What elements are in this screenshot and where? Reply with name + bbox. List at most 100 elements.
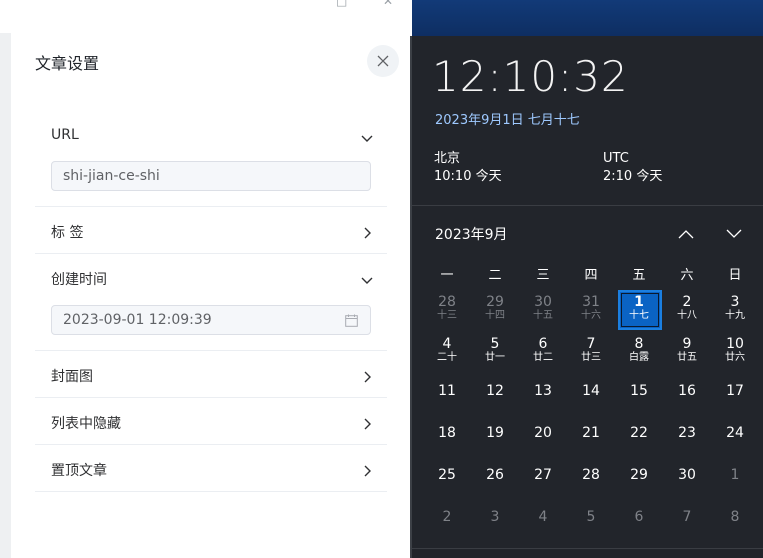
lunar-date: 十八 <box>677 310 697 321</box>
calendar-day[interactable]: 29 十四 <box>471 286 519 328</box>
calendar-day[interactable]: 11 <box>423 370 471 412</box>
chevron-right-icon <box>361 415 373 430</box>
calendar-day[interactable]: 2 十八 <box>663 286 711 328</box>
calendar-day[interactable]: 6 廿二 <box>519 328 567 370</box>
calendar-day[interactable]: 31 十六 <box>567 286 615 328</box>
panel-title: 文章设置 <box>35 54 100 73</box>
lunar-date: 白露 <box>629 352 649 363</box>
day-number: 14 <box>582 383 600 399</box>
weekday-label: 一 <box>440 268 454 283</box>
calendar-day[interactable]: 27 <box>519 454 567 496</box>
calendar-day[interactable]: 28 <box>567 454 615 496</box>
day-number: 6 <box>538 336 548 352</box>
calendar-day[interactable]: 26 <box>471 454 519 496</box>
chevron-down-icon <box>726 229 742 238</box>
weekday-label: 日 <box>728 268 742 283</box>
calendar-day[interactable]: 21 <box>567 412 615 454</box>
date-link[interactable]: 2023年9月1日 七月十七 <box>435 109 580 128</box>
calendar-day[interactable]: 1 <box>711 454 759 496</box>
calendar-day[interactable]: 7 <box>663 496 711 538</box>
section-created-time[interactable]: 创建时间 <box>35 254 387 301</box>
day-number: 11 <box>438 383 456 399</box>
calendar-day[interactable]: 29 <box>615 454 663 496</box>
section-url[interactable]: URL <box>35 112 387 159</box>
url-input[interactable]: shi-jian-ce-shi <box>51 161 371 191</box>
url-value: shi-jian-ce-shi <box>63 168 160 184</box>
calendar-day[interactable]: 4 二十 <box>423 328 471 370</box>
day-number: 13 <box>534 383 552 399</box>
day-number: 23 <box>678 425 696 441</box>
day-number: 3 <box>490 509 500 525</box>
calendar-day[interactable]: 9 廿五 <box>663 328 711 370</box>
lunar-date: 十六 <box>581 310 601 321</box>
section-label: URL <box>51 127 79 143</box>
calendar-day[interactable]: 23 <box>663 412 711 454</box>
created-time-input[interactable]: 2023-09-01 12:09:39 <box>51 305 371 335</box>
calendar-day[interactable]: 10 廿六 <box>711 328 759 370</box>
calendar-day[interactable]: 14 <box>567 370 615 412</box>
calendar-day[interactable]: 22 <box>615 412 663 454</box>
minimize-icon[interactable]: □ <box>336 0 350 8</box>
day-number: 27 <box>534 467 552 483</box>
section-hide-in-list[interactable]: 列表中隐藏 <box>35 398 387 445</box>
calendar-day[interactable]: 28 十三 <box>423 286 471 328</box>
calendar-day[interactable]: 30 <box>663 454 711 496</box>
calendar-day[interactable]: 25 <box>423 454 471 496</box>
day-number: 26 <box>486 467 504 483</box>
day-number: 5 <box>490 336 500 352</box>
section-cover[interactable]: 封面图 <box>35 351 387 398</box>
window-gutter <box>0 33 11 558</box>
day-number: 6 <box>634 509 644 525</box>
chevron-right-icon <box>361 224 373 239</box>
lunar-date: 廿二 <box>533 352 553 363</box>
created-time-value: 2023-09-01 12:09:39 <box>63 312 212 328</box>
calendar-day[interactable]: 15 <box>615 370 663 412</box>
day-number: 29 <box>630 467 648 483</box>
calendar-day-today[interactable]: 1 十七 <box>615 286 663 328</box>
month-title[interactable]: 2023年9月 <box>435 224 508 244</box>
calendar-day[interactable]: 24 <box>711 412 759 454</box>
calendar-day[interactable]: 12 <box>471 370 519 412</box>
section-label: 标 签 <box>51 225 84 241</box>
calendar-day[interactable]: 2 <box>423 496 471 538</box>
calendar-day[interactable]: 3 <box>471 496 519 538</box>
weekday-label: 二 <box>488 268 502 283</box>
calendar-day[interactable]: 18 <box>423 412 471 454</box>
day-number: 2 <box>682 294 692 310</box>
calendar-day[interactable]: 6 <box>615 496 663 538</box>
section-tags[interactable]: 标 签 <box>35 207 387 254</box>
calendar-day[interactable]: 5 <box>567 496 615 538</box>
section-pin-article[interactable]: 置顶文章 <box>35 445 387 492</box>
calendar-day[interactable]: 20 <box>519 412 567 454</box>
calendar-day[interactable]: 3 十九 <box>711 286 759 328</box>
calendar-day[interactable]: 4 <box>519 496 567 538</box>
close-button[interactable] <box>367 45 399 77</box>
lunar-date: 廿五 <box>677 352 697 363</box>
lunar-date: 廿一 <box>485 352 505 363</box>
clock-city: UTC <box>603 151 629 166</box>
divider <box>412 205 763 206</box>
next-month-button[interactable] <box>726 224 744 238</box>
calendar-day[interactable]: 17 <box>711 370 759 412</box>
prev-month-button[interactable] <box>678 224 696 239</box>
calendar-day[interactable]: 30 十五 <box>519 286 567 328</box>
calendar-day[interactable]: 16 <box>663 370 711 412</box>
clock-calendar-flyout: 12:10:32 2023年9月1日 七月十七 北京 10:10 今天 UTC … <box>412 36 763 558</box>
day-number: 30 <box>678 467 696 483</box>
day-number: 9 <box>682 336 692 352</box>
calendar-day[interactable]: 7 廿三 <box>567 328 615 370</box>
day-number: 24 <box>726 425 744 441</box>
calendar-day[interactable]: 5 廿一 <box>471 328 519 370</box>
calendar-day[interactable]: 13 <box>519 370 567 412</box>
window-close-icon[interactable]: ✕ <box>383 0 397 8</box>
clock-city: 北京 <box>434 151 461 166</box>
calendar-day[interactable]: 8 <box>711 496 759 538</box>
day-number: 12 <box>486 383 504 399</box>
day-number: 30 <box>534 294 552 310</box>
day-number: 7 <box>682 509 692 525</box>
calendar-day[interactable]: 8 白露 <box>615 328 663 370</box>
day-number: 20 <box>534 425 552 441</box>
calendar-day[interactable]: 19 <box>471 412 519 454</box>
section-label: 置顶文章 <box>51 463 107 479</box>
chevron-right-icon <box>361 462 373 477</box>
